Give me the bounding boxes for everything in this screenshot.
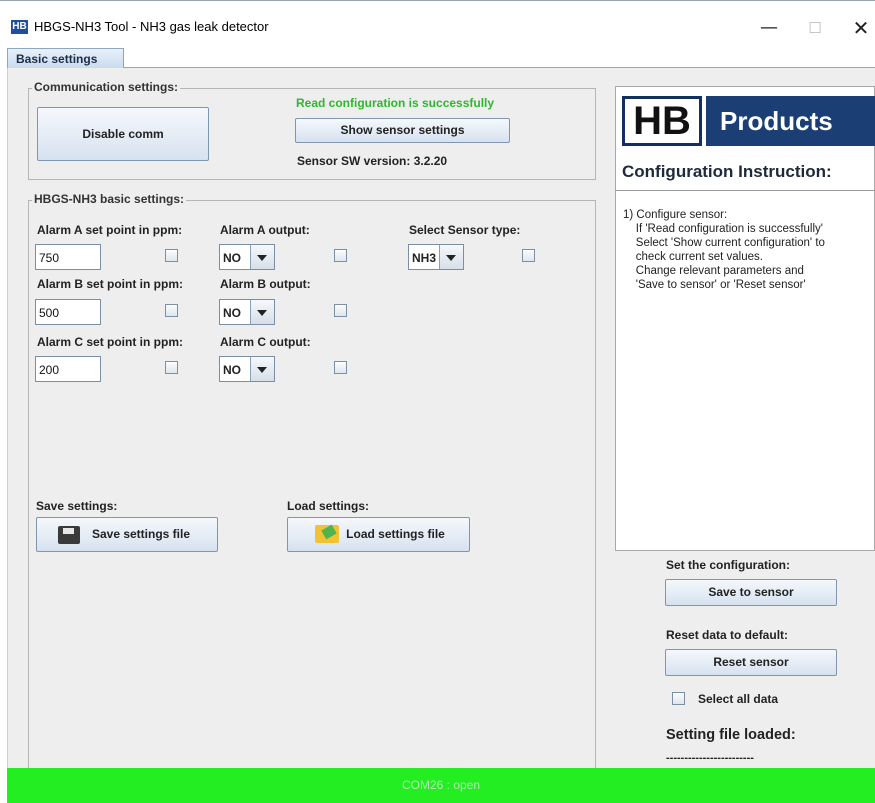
dropdown-arrow-icon[interactable] <box>250 357 274 381</box>
status-bar: COM26 : open <box>7 768 875 803</box>
alarm-b-setpoint-label: Alarm B set point in ppm: <box>37 277 184 291</box>
alarm-b-setpoint-checkbox[interactable] <box>165 304 178 317</box>
dropdown-arrow-icon[interactable] <box>250 245 274 269</box>
load-settings-label: Load settings: <box>287 499 370 513</box>
load-settings-file-button[interactable]: Load settings file <box>287 517 470 552</box>
save-to-sensor-button[interactable]: Save to sensor <box>665 579 837 606</box>
tab-strip <box>7 48 875 68</box>
communication-settings-legend: Communication settings: <box>32 80 181 94</box>
alarm-a-setpoint-label: Alarm A set point in ppm: <box>37 223 183 237</box>
alarm-b-output-label: Alarm B output: <box>220 277 311 291</box>
instruction-panel <box>615 86 875 551</box>
save-settings-label: Save settings: <box>36 499 118 513</box>
read-status-text: Read configuration is successfully <box>296 96 495 110</box>
setting-file-loaded-value: ------------------------ <box>666 752 754 764</box>
instruction-title: Configuration Instruction: <box>622 162 832 181</box>
reset-default-label: Reset data to default: <box>666 628 789 642</box>
sensor-sw-version: Sensor SW version: 3.2.20 <box>297 154 448 168</box>
alarm-a-setpoint-input[interactable]: 750 <box>35 244 101 270</box>
instruction-text: 1) Configure sensor: If 'Read configurat… <box>623 209 825 291</box>
select-all-data-checkbox[interactable] <box>672 692 685 705</box>
dropdown-arrow-icon[interactable] <box>439 245 463 269</box>
dropdown-arrow-icon[interactable] <box>250 300 274 324</box>
alarm-b-output-select[interactable]: NO <box>219 299 275 325</box>
instruction-divider <box>615 190 875 191</box>
save-settings-file-button[interactable]: Save settings file <box>36 517 218 552</box>
alarm-c-output-checkbox[interactable] <box>334 361 347 374</box>
reset-sensor-button[interactable]: Reset sensor <box>665 649 837 676</box>
alarm-a-output-checkbox[interactable] <box>334 249 347 262</box>
alarm-c-output-select[interactable]: NO <box>219 356 275 382</box>
load-settings-file-label: Load settings file <box>346 527 445 541</box>
maximize-button[interactable]: ☐ <box>792 13 838 43</box>
show-sensor-settings-button[interactable]: Show sensor settings <box>295 118 510 143</box>
alarm-b-output-value: NO <box>223 306 241 320</box>
setting-file-loaded-label: Setting file loaded: <box>666 727 796 743</box>
alarm-c-setpoint-label: Alarm C set point in ppm: <box>37 335 184 349</box>
hb-logo: HB <box>622 96 702 146</box>
alarm-c-output-value: NO <box>223 363 241 377</box>
select-all-data-label: Select all data <box>698 692 779 706</box>
disable-comm-button[interactable]: Disable comm <box>37 107 209 161</box>
alarm-a-output-label: Alarm A output: <box>220 223 310 237</box>
alarm-c-setpoint-checkbox[interactable] <box>165 361 178 374</box>
sensor-type-label: Select Sensor type: <box>409 223 521 237</box>
app-logo-icon: HB <box>11 20 28 34</box>
open-folder-icon <box>315 525 339 543</box>
basic-settings-legend: HBGS-NH3 basic settings: <box>32 192 187 206</box>
sensor-type-select[interactable]: NH3 <box>408 244 464 270</box>
window-title: HBGS-NH3 Tool - NH3 gas leak detector <box>34 19 269 34</box>
products-logo: Products <box>706 96 875 146</box>
alarm-a-setpoint-checkbox[interactable] <box>165 249 178 262</box>
alarm-a-output-select[interactable]: NO <box>219 244 275 270</box>
alarm-b-setpoint-input[interactable]: 500 <box>35 299 101 325</box>
alarm-c-output-label: Alarm C output: <box>220 335 311 349</box>
tab-basic-settings[interactable]: Basic settings <box>7 48 124 69</box>
floppy-disk-icon <box>58 526 80 544</box>
set-configuration-label: Set the configuration: <box>666 558 790 572</box>
alarm-c-setpoint-input[interactable]: 200 <box>35 356 101 382</box>
sensor-type-checkbox[interactable] <box>522 249 535 262</box>
alarm-a-output-value: NO <box>223 251 241 265</box>
save-settings-file-label: Save settings file <box>91 527 191 541</box>
alarm-b-output-checkbox[interactable] <box>334 304 347 317</box>
sensor-type-value: NH3 <box>412 251 437 265</box>
minimize-button[interactable]: — <box>746 13 792 43</box>
close-button[interactable]: ✕ <box>838 13 875 43</box>
